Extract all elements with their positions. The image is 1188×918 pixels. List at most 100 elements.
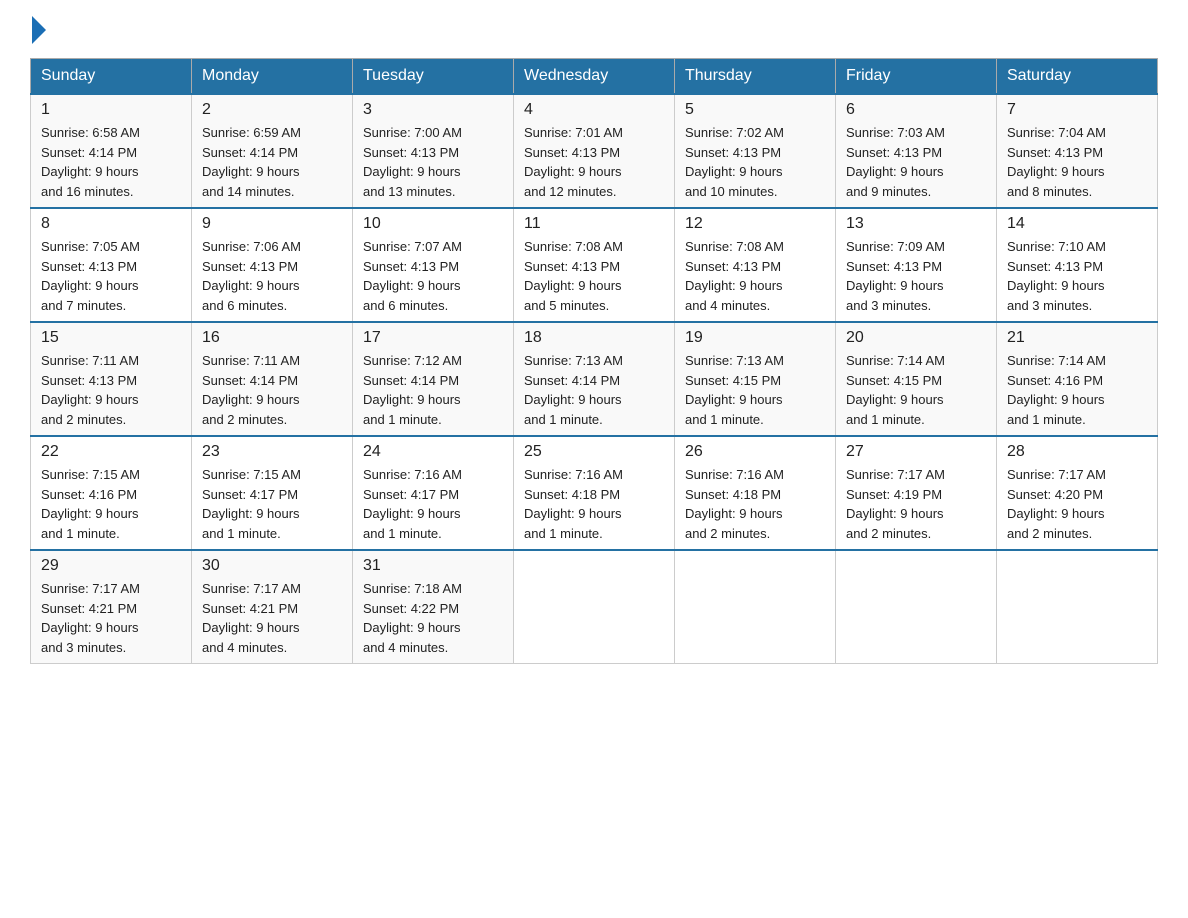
- day-info: Sunrise: 7:11 AMSunset: 4:13 PMDaylight:…: [41, 351, 181, 429]
- header-thursday: Thursday: [675, 59, 836, 95]
- day-number: 16: [202, 329, 342, 347]
- logo: [30, 20, 46, 42]
- calendar-day-cell: 31 Sunrise: 7:18 AMSunset: 4:22 PMDayligh…: [353, 550, 514, 664]
- header-row: SundayMondayTuesdayWednesdayThursdayFrid…: [31, 59, 1158, 95]
- calendar-day-cell: 8 Sunrise: 7:05 AMSunset: 4:13 PMDaylight…: [31, 208, 192, 322]
- calendar-day-cell: 6Sunrise: 7:03 AMSunset: 4:13 PMDaylight…: [836, 94, 997, 208]
- day-info: Sunrise: 7:18 AMSunset: 4:22 PMDaylight:…: [363, 579, 503, 657]
- day-number: 31: [363, 557, 503, 575]
- calendar-day-cell: [675, 550, 836, 664]
- logo-arrow-icon: [32, 16, 46, 44]
- calendar-day-cell: 27 Sunrise: 7:17 AMSunset: 4:19 PMDayligh…: [836, 436, 997, 550]
- day-number: 23: [202, 443, 342, 461]
- day-number: 20: [846, 329, 986, 347]
- calendar-day-cell: 20 Sunrise: 7:14 AMSunset: 4:15 PMDayligh…: [836, 322, 997, 436]
- day-info: Sunrise: 7:17 AMSunset: 4:21 PMDaylight:…: [202, 579, 342, 657]
- calendar-day-cell: 21 Sunrise: 7:14 AMSunset: 4:16 PMDayligh…: [997, 322, 1158, 436]
- day-number: 5: [685, 101, 825, 119]
- day-number: 15: [41, 329, 181, 347]
- page-header: [30, 20, 1158, 42]
- day-info: Sunrise: 7:00 AMSunset: 4:13 PMDaylight:…: [363, 123, 503, 201]
- header-sunday: Sunday: [31, 59, 192, 95]
- calendar-day-cell: 28 Sunrise: 7:17 AMSunset: 4:20 PMDayligh…: [997, 436, 1158, 550]
- day-number: 2: [202, 101, 342, 119]
- day-number: 9: [202, 215, 342, 233]
- day-info: Sunrise: 7:15 AMSunset: 4:17 PMDaylight:…: [202, 465, 342, 543]
- calendar-day-cell: 1Sunrise: 6:58 AMSunset: 4:14 PMDaylight…: [31, 94, 192, 208]
- calendar-day-cell: 18 Sunrise: 7:13 AMSunset: 4:14 PMDayligh…: [514, 322, 675, 436]
- calendar-day-cell: 25 Sunrise: 7:16 AMSunset: 4:18 PMDayligh…: [514, 436, 675, 550]
- day-info: Sunrise: 7:02 AMSunset: 4:13 PMDaylight:…: [685, 123, 825, 201]
- day-number: 28: [1007, 443, 1147, 461]
- day-number: 22: [41, 443, 181, 461]
- calendar-table: SundayMondayTuesdayWednesdayThursdayFrid…: [30, 58, 1158, 664]
- calendar-day-cell: 30 Sunrise: 7:17 AMSunset: 4:21 PMDayligh…: [192, 550, 353, 664]
- day-info: Sunrise: 7:13 AMSunset: 4:15 PMDaylight:…: [685, 351, 825, 429]
- day-number: 24: [363, 443, 503, 461]
- calendar-week-row: 29 Sunrise: 7:17 AMSunset: 4:21 PMDayligh…: [31, 550, 1158, 664]
- header-friday: Friday: [836, 59, 997, 95]
- day-number: 21: [1007, 329, 1147, 347]
- day-info: Sunrise: 7:09 AMSunset: 4:13 PMDaylight:…: [846, 237, 986, 315]
- day-info: Sunrise: 7:14 AMSunset: 4:15 PMDaylight:…: [846, 351, 986, 429]
- header-monday: Monday: [192, 59, 353, 95]
- day-number: 4: [524, 101, 664, 119]
- calendar-day-cell: 24 Sunrise: 7:16 AMSunset: 4:17 PMDayligh…: [353, 436, 514, 550]
- day-info: Sunrise: 7:16 AMSunset: 4:17 PMDaylight:…: [363, 465, 503, 543]
- calendar-day-cell: 11Sunrise: 7:08 AMSunset: 4:13 PMDayligh…: [514, 208, 675, 322]
- calendar-day-cell: 3Sunrise: 7:00 AMSunset: 4:13 PMDaylight…: [353, 94, 514, 208]
- calendar-day-cell: 15 Sunrise: 7:11 AMSunset: 4:13 PMDayligh…: [31, 322, 192, 436]
- day-number: 10: [363, 215, 503, 233]
- day-number: 13: [846, 215, 986, 233]
- day-info: Sunrise: 7:08 AMSunset: 4:13 PMDaylight:…: [685, 237, 825, 315]
- day-info: Sunrise: 7:06 AMSunset: 4:13 PMDaylight:…: [202, 237, 342, 315]
- day-number: 19: [685, 329, 825, 347]
- day-info: Sunrise: 7:11 AMSunset: 4:14 PMDaylight:…: [202, 351, 342, 429]
- day-number: 1: [41, 101, 181, 119]
- calendar-day-cell: 13 Sunrise: 7:09 AMSunset: 4:13 PMDayligh…: [836, 208, 997, 322]
- day-info: Sunrise: 7:15 AMSunset: 4:16 PMDaylight:…: [41, 465, 181, 543]
- calendar-day-cell: 10 Sunrise: 7:07 AMSunset: 4:13 PMDayligh…: [353, 208, 514, 322]
- day-number: 11: [524, 215, 664, 233]
- day-info: Sunrise: 7:07 AMSunset: 4:13 PMDaylight:…: [363, 237, 503, 315]
- calendar-day-cell: 12 Sunrise: 7:08 AMSunset: 4:13 PMDayligh…: [675, 208, 836, 322]
- calendar-day-cell: 23 Sunrise: 7:15 AMSunset: 4:17 PMDayligh…: [192, 436, 353, 550]
- day-info: Sunrise: 7:10 AMSunset: 4:13 PMDaylight:…: [1007, 237, 1147, 315]
- day-number: 27: [846, 443, 986, 461]
- calendar-day-cell: 29 Sunrise: 7:17 AMSunset: 4:21 PMDayligh…: [31, 550, 192, 664]
- calendar-day-cell: 7Sunrise: 7:04 AMSunset: 4:13 PMDaylight…: [997, 94, 1158, 208]
- calendar-day-cell: 14 Sunrise: 7:10 AMSunset: 4:13 PMDayligh…: [997, 208, 1158, 322]
- day-info: Sunrise: 7:05 AMSunset: 4:13 PMDaylight:…: [41, 237, 181, 315]
- day-number: 18: [524, 329, 664, 347]
- day-info: Sunrise: 7:14 AMSunset: 4:16 PMDaylight:…: [1007, 351, 1147, 429]
- day-number: 8: [41, 215, 181, 233]
- calendar-day-cell: [836, 550, 997, 664]
- day-number: 12: [685, 215, 825, 233]
- day-number: 17: [363, 329, 503, 347]
- calendar-day-cell: 19 Sunrise: 7:13 AMSunset: 4:15 PMDayligh…: [675, 322, 836, 436]
- day-info: Sunrise: 7:12 AMSunset: 4:14 PMDaylight:…: [363, 351, 503, 429]
- header-tuesday: Tuesday: [353, 59, 514, 95]
- day-info: Sunrise: 6:59 AMSunset: 4:14 PMDaylight:…: [202, 123, 342, 201]
- day-info: Sunrise: 7:17 AMSunset: 4:20 PMDaylight:…: [1007, 465, 1147, 543]
- calendar-day-cell: 16 Sunrise: 7:11 AMSunset: 4:14 PMDayligh…: [192, 322, 353, 436]
- day-number: 25: [524, 443, 664, 461]
- day-info: Sunrise: 7:17 AMSunset: 4:21 PMDaylight:…: [41, 579, 181, 657]
- day-number: 14: [1007, 215, 1147, 233]
- day-number: 7: [1007, 101, 1147, 119]
- day-info: Sunrise: 7:01 AMSunset: 4:13 PMDaylight:…: [524, 123, 664, 201]
- day-info: Sunrise: 7:17 AMSunset: 4:19 PMDaylight:…: [846, 465, 986, 543]
- day-info: Sunrise: 7:16 AMSunset: 4:18 PMDaylight:…: [524, 465, 664, 543]
- day-info: Sunrise: 7:13 AMSunset: 4:14 PMDaylight:…: [524, 351, 664, 429]
- calendar-day-cell: 22 Sunrise: 7:15 AMSunset: 4:16 PMDayligh…: [31, 436, 192, 550]
- calendar-day-cell: 17 Sunrise: 7:12 AMSunset: 4:14 PMDayligh…: [353, 322, 514, 436]
- day-number: 30: [202, 557, 342, 575]
- calendar-week-row: 22 Sunrise: 7:15 AMSunset: 4:16 PMDayligh…: [31, 436, 1158, 550]
- calendar-day-cell: 4 Sunrise: 7:01 AMSunset: 4:13 PMDaylight…: [514, 94, 675, 208]
- calendar-day-cell: 2 Sunrise: 6:59 AMSunset: 4:14 PMDaylight…: [192, 94, 353, 208]
- header-wednesday: Wednesday: [514, 59, 675, 95]
- day-info: Sunrise: 7:03 AMSunset: 4:13 PMDaylight:…: [846, 123, 986, 201]
- day-number: 29: [41, 557, 181, 575]
- day-info: Sunrise: 7:16 AMSunset: 4:18 PMDaylight:…: [685, 465, 825, 543]
- header-saturday: Saturday: [997, 59, 1158, 95]
